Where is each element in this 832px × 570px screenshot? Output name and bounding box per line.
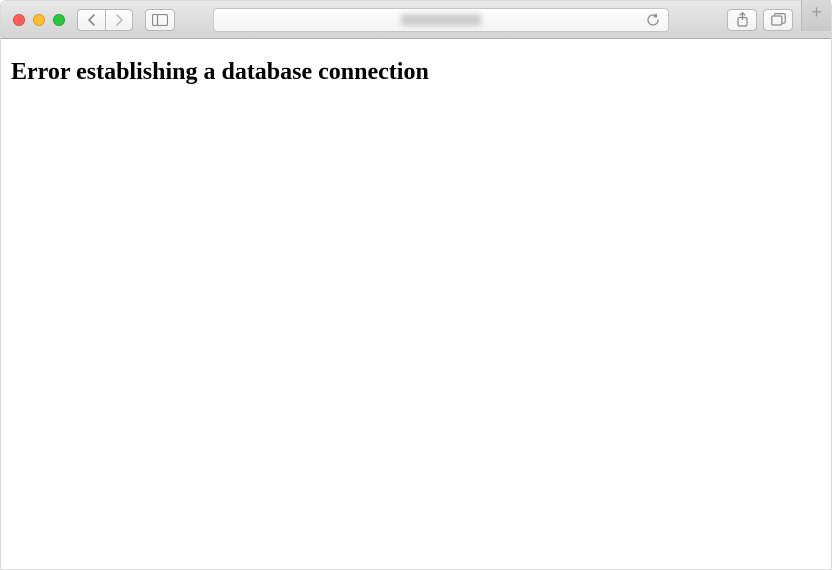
minimize-window-button[interactable]	[33, 14, 45, 26]
address-bar[interactable]	[213, 8, 669, 32]
window-controls	[9, 14, 69, 26]
address-bar-url-obscured	[401, 14, 481, 26]
new-tab-button[interactable]: +	[801, 0, 831, 31]
chevron-left-icon	[87, 14, 96, 26]
share-icon	[736, 12, 749, 27]
nav-back-forward-group	[77, 9, 133, 31]
fullscreen-window-button[interactable]	[53, 14, 65, 26]
browser-toolbar: +	[1, 1, 831, 39]
share-button[interactable]	[727, 9, 757, 31]
close-window-button[interactable]	[13, 14, 25, 26]
toolbar-right-group	[727, 9, 793, 31]
sidebar-icon	[152, 14, 168, 26]
reload-button[interactable]	[647, 13, 660, 27]
back-button[interactable]	[77, 9, 105, 31]
show-tabs-button[interactable]	[763, 9, 793, 31]
forward-button[interactable]	[105, 9, 133, 31]
page-content: Error establishing a database connection	[1, 39, 831, 569]
tabs-icon	[771, 13, 786, 26]
plus-icon: +	[811, 2, 822, 23]
reload-icon	[647, 13, 660, 27]
show-sidebar-button[interactable]	[145, 9, 175, 31]
error-heading: Error establishing a database connection	[11, 59, 821, 86]
chevron-right-icon	[115, 14, 124, 26]
